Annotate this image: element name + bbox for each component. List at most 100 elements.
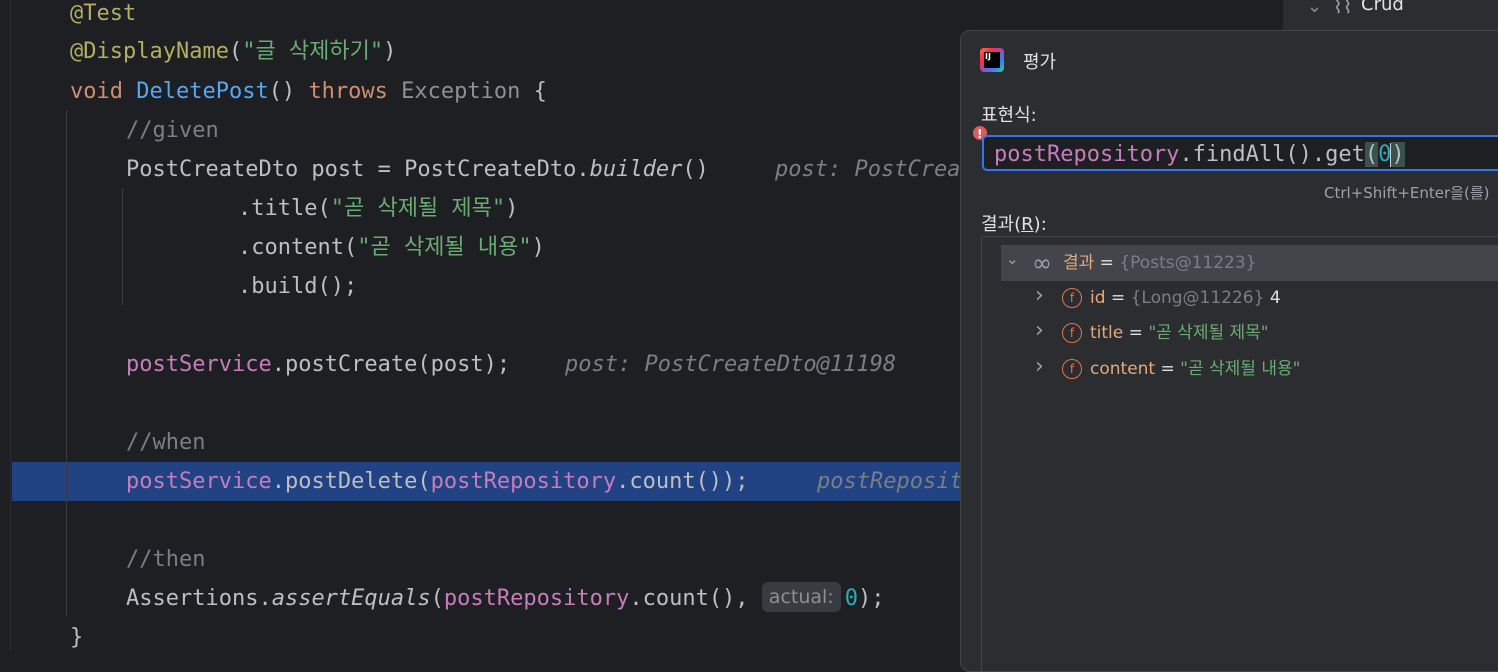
expr-close-paren: )	[1391, 142, 1405, 167]
code-token: "곧 삭제될 내용"	[357, 235, 532, 260]
inline-debug-value: post: PostCrea	[775, 157, 961, 182]
code-token: postRepository	[430, 469, 617, 494]
expr-argument: 0	[1378, 142, 1392, 167]
expr-open-paren: (	[1364, 142, 1379, 167]
node-name: content	[1090, 359, 1156, 379]
node-text: id = {Long@11226} 4	[1090, 280, 1281, 316]
node-name: id	[1090, 288, 1106, 308]
result-root-node[interactable]: ⌄ ∞ 결과 = {Posts@11223}	[1001, 245, 1498, 281]
node-equals: =	[1155, 359, 1181, 379]
chevron-right-icon[interactable]: ›	[1035, 278, 1044, 314]
code-token: .postCreate(post);	[271, 352, 511, 377]
code-line-current[interactable]: postService.postDelete(postRepository.co…	[12, 462, 963, 501]
code-token: )	[383, 39, 397, 64]
code-token: builder	[589, 157, 683, 182]
code-token: assertEquals	[271, 586, 431, 611]
code-token: Assertions.	[126, 586, 272, 611]
code-token: postService	[126, 469, 272, 494]
code-token: postService	[126, 352, 272, 377]
expression-label: 표현식:	[981, 105, 1037, 126]
watch-glasses-icon: ∞	[1032, 249, 1052, 277]
code-text: PostCreateDto post = PostCreateDto.build…	[126, 150, 709, 189]
code-text: postService.postCreate(post);	[126, 345, 510, 384]
result-label-mnemonic: R	[1021, 214, 1034, 235]
expr-field-name: postRepository	[994, 142, 1180, 167]
evaluate-dialog: IJ 평가 표현식: ! postRepository.findAll().ge…	[960, 30, 1498, 672]
inline-debug-value: post: PostCreateDto@11198	[565, 352, 897, 377]
code-token: void	[70, 79, 137, 104]
code-token: //given	[126, 118, 219, 143]
code-token: .content(	[238, 235, 358, 260]
code-token: ()	[268, 79, 309, 104]
code-text: postService.postDelete(postRepository.co…	[126, 462, 749, 501]
code-token: ()	[682, 157, 709, 182]
node-text: content = "곧 삭제될 내용"	[1090, 351, 1300, 387]
intellij-logo-icon: IJ	[980, 48, 1004, 72]
code-text: //given	[126, 111, 219, 150]
code-token: //when	[126, 430, 206, 455]
indent-guide	[122, 188, 123, 305]
chevron-right-icon[interactable]: ›	[1035, 313, 1044, 349]
structure-panel: ⌄ ⌇⌇ Crud	[1283, 0, 1498, 30]
code-text: @Test	[70, 0, 136, 33]
node-name: title	[1090, 323, 1124, 343]
code-text: .build();	[238, 267, 357, 306]
code-token: .postDelete(	[271, 469, 431, 494]
inline-debug-value: postReposit	[817, 469, 963, 494]
chevron-down-icon[interactable]: ⌄	[1307, 0, 1322, 17]
code-line[interactable]: @Test	[0, 0, 1498, 33]
chevron-down-icon[interactable]: ⌄	[1006, 241, 1019, 277]
node-value: "곧 삭제될 내용"	[1180, 359, 1301, 379]
code-token: .count());	[616, 469, 749, 494]
field-icon: f	[1062, 323, 1082, 343]
code-text: Assertions.assertEquals(postRepository.c…	[126, 579, 884, 618]
parameter-hint: actual:	[761, 582, 841, 612]
node-text: title = "곧 삭제될 제목"	[1090, 315, 1269, 351]
shortcut-hint: Ctrl+Shift+Enter을(를)	[1324, 184, 1490, 202]
result-tree[interactable]: ⌄ ∞ 결과 = {Posts@11223} › f id = {Long@11226} …	[981, 236, 1498, 671]
result-field-node[interactable]: › f id = {Long@11226} 4	[982, 280, 1498, 316]
code-text: void DeletePost() throws Exception {	[70, 72, 547, 111]
dialog-header[interactable]: IJ 평가	[961, 31, 1498, 89]
indent-guide	[66, 110, 67, 616]
node-reference: {Long@11226}	[1130, 288, 1265, 308]
node-reference: {Posts@11223}	[1119, 253, 1257, 273]
code-text: @DisplayName("글 삭제하기")	[70, 32, 396, 71]
result-label-suffix: ):	[1033, 214, 1047, 235]
code-token: DeletePost	[136, 79, 269, 104]
node-equals: =	[1094, 253, 1120, 273]
code-token: );	[857, 586, 885, 611]
code-text: .title("곧 삭제될 제목")	[238, 189, 518, 228]
code-token: Exception	[401, 79, 521, 104]
result-label-prefix: 결과(	[981, 214, 1022, 235]
code-token: .build();	[238, 274, 358, 299]
code-token: "곧 삭제될 제목"	[330, 196, 506, 221]
crud-node-icon: ⌇⌇	[1333, 0, 1353, 18]
code-text: .content("곧 삭제될 내용")	[238, 228, 545, 267]
node-equals: =	[1123, 323, 1149, 343]
code-text: }	[70, 618, 83, 657]
result-field-node[interactable]: › f title = "곧 삭제될 제목"	[982, 315, 1498, 351]
expression-input[interactable]: postRepository.findAll().get(0)	[982, 135, 1498, 171]
code-text: //when	[126, 423, 205, 462]
node-equals: =	[1105, 288, 1131, 308]
code-text: //then	[126, 540, 205, 579]
code-token: "글 삭제하기"	[242, 39, 384, 64]
code-token: PostCreateDto post = PostCreateDto.	[126, 157, 590, 182]
expr-call: .findAll().get	[1179, 142, 1365, 167]
result-field-node[interactable]: › f content = "곧 삭제될 내용"	[982, 351, 1498, 387]
node-value: "곧 삭제될 제목"	[1148, 323, 1269, 343]
chevron-right-icon[interactable]: ›	[1035, 349, 1044, 385]
result-label: 결과(R):	[981, 210, 1047, 236]
code-token: @Test	[70, 1, 137, 26]
node-value: 4	[1264, 288, 1281, 308]
code-token: )	[505, 196, 519, 221]
code-token: (	[228, 39, 243, 64]
code-token: .title(	[238, 196, 331, 221]
code-token: {	[520, 79, 547, 104]
code-token: //then	[126, 547, 206, 572]
field-icon: f	[1062, 288, 1082, 308]
structure-node-label[interactable]: Crud	[1361, 0, 1404, 15]
node-name: 결과	[1063, 253, 1095, 273]
code-token: @DisplayName	[70, 39, 229, 64]
